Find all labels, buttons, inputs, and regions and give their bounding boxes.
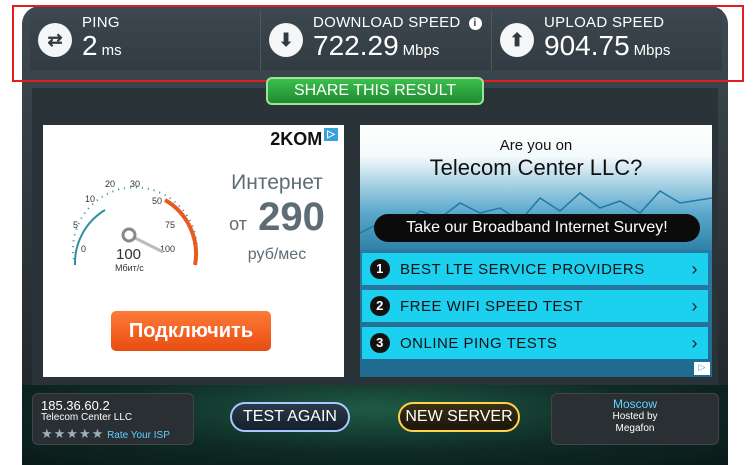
server-info: Moscow Hosted by Megafon — [551, 393, 719, 445]
gauge-unit: Мбит/с — [115, 263, 144, 273]
survey-button[interactable]: Take our Broadband Internet Survey! — [374, 214, 700, 242]
chevron-right-icon: › — [691, 295, 698, 316]
gauge-tick: 10 — [85, 194, 95, 204]
test-again-button[interactable]: TEST AGAIN — [230, 402, 350, 432]
share-result-button[interactable]: SHARE THIS RESULT — [266, 77, 484, 105]
rate-isp[interactable]: ★★★★★ Rate Your ISP — [41, 426, 170, 442]
hosted-by-label: Hosted by — [612, 411, 658, 422]
star-rating-icon[interactable]: ★★★★★ — [41, 426, 104, 441]
adchoices-icon[interactable]: ▷ — [324, 128, 338, 141]
gauge-value: 100 — [116, 246, 141, 263]
gauge-tick: 50 — [152, 196, 162, 206]
ad-link-label: FREE WIFI SPEED TEST — [400, 297, 584, 315]
ad-title: Интернет — [231, 171, 323, 194]
survey-question: Are you on — [499, 137, 573, 154]
ad-2kom[interactable]: 2KOM ▷ 0 5 10 20 30 50 75 100 100 Мбит/с … — [43, 125, 344, 377]
rate-isp-link[interactable]: Rate Your ISP — [107, 430, 170, 441]
ad-link-label: ONLINE PING TESTS — [400, 334, 558, 352]
new-server-button[interactable]: NEW SERVER — [398, 402, 520, 432]
gauge-tick: 5 — [73, 220, 78, 230]
speedometer-gauge: 0 5 10 20 30 50 75 100 100 Мбит/с — [72, 179, 199, 273]
isp-info: 185.36.60.2 Telecom Center LLC ★★★★★ Rat… — [32, 393, 194, 445]
item-number: 1 — [370, 259, 390, 279]
gauge-tick: 30 — [130, 179, 140, 189]
ad-offer: Интернет от 290 руб/мес — [213, 171, 341, 264]
chevron-right-icon: › — [691, 332, 698, 353]
ad-link-wifi[interactable]: 2 FREE WIFI SPEED TEST › — [362, 290, 708, 322]
ad-price-unit: руб/мес — [247, 246, 307, 263]
highlight-box — [12, 5, 744, 82]
connect-button[interactable]: Подключить — [111, 311, 271, 351]
item-number: 3 — [370, 333, 390, 353]
gauge-tick: 0 — [81, 244, 86, 254]
item-number: 2 — [370, 296, 390, 316]
ad-link-lte[interactable]: 1 BEST LTE SERVICE PROVIDERS › — [362, 253, 708, 285]
ad-isp-survey[interactable]: Are you on Telecom Center LLC? Take our … — [360, 125, 712, 377]
server-host: Megafon — [615, 423, 655, 434]
survey-isp-name: Telecom Center LLC? — [429, 155, 643, 180]
isp-name: Telecom Center LLC — [41, 412, 133, 423]
ad-price: от 290 — [229, 195, 325, 239]
gauge-tick: 75 — [165, 220, 175, 230]
adchoices-icon[interactable]: ▷ — [694, 362, 710, 375]
ip-address: 185.36.60.2 — [41, 398, 110, 413]
server-city: Moscow — [612, 397, 657, 411]
ad-link-ping[interactable]: 3 ONLINE PING TESTS › — [362, 327, 708, 359]
chevron-right-icon: › — [691, 258, 698, 279]
gauge-tick: 20 — [105, 179, 115, 189]
ad-logo: 2KOM ▷ — [270, 128, 338, 150]
ad-links-list: 1 BEST LTE SERVICE PROVIDERS › 2 FREE WI… — [362, 253, 708, 364]
ad-link-label: BEST LTE SERVICE PROVIDERS — [400, 260, 645, 278]
